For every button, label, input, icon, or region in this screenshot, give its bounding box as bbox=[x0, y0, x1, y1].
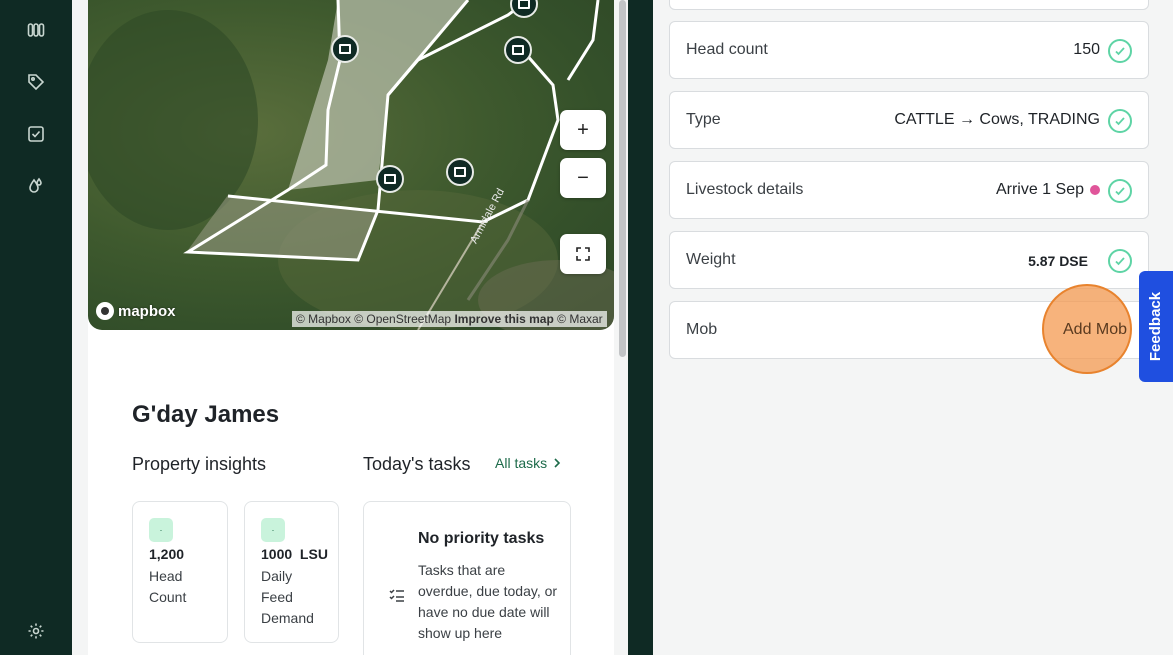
insight-card-feed-demand[interactable]: · 1000 LSU Daily Feed Demand bbox=[244, 501, 339, 643]
task-check-icon[interactable] bbox=[24, 122, 48, 146]
gate-marker[interactable] bbox=[504, 36, 532, 64]
expand-icon bbox=[576, 247, 590, 261]
tasks-empty-title: No priority tasks bbox=[418, 530, 545, 547]
zoom-in-button[interactable]: + bbox=[560, 110, 606, 150]
herd-icon[interactable] bbox=[24, 18, 48, 42]
field-value-text: 5.87 DSE bbox=[1028, 253, 1088, 269]
attribution-text[interactable]: © Mapbox © OpenStreetMap bbox=[296, 312, 451, 326]
sidebar bbox=[0, 0, 72, 655]
map-attribution: © Mapbox © OpenStreetMap Improve this ma… bbox=[292, 311, 607, 327]
field-value-text: CATTLE → Cows, TRADING bbox=[894, 111, 1100, 128]
check-icon bbox=[1108, 39, 1132, 63]
field-weight[interactable]: Weight 5.87 DSE bbox=[669, 231, 1149, 289]
insight-label: Head Count bbox=[149, 568, 187, 605]
status-dot bbox=[1090, 185, 1100, 195]
insight-icon: · bbox=[261, 518, 285, 542]
field-livestock-details[interactable]: Livestock details Arrive 1 Sep bbox=[669, 161, 1149, 219]
shed-marker[interactable] bbox=[446, 158, 474, 186]
insight-icon: · bbox=[149, 518, 173, 542]
panel-divider bbox=[645, 0, 653, 655]
check-icon bbox=[1108, 179, 1132, 203]
gate-marker[interactable] bbox=[331, 35, 359, 63]
field-value-text: 150 bbox=[1073, 41, 1100, 58]
zoom-out-button[interactable]: − bbox=[560, 158, 606, 198]
fullscreen-button[interactable] bbox=[560, 234, 606, 274]
field-value: CATTLE → Cows, TRADING bbox=[894, 111, 1100, 129]
tag-icon[interactable] bbox=[24, 70, 48, 94]
dashboard-content: Armidale Rd + − mapbox © Mapbox © OpenSt… bbox=[88, 0, 614, 655]
field-label: Weight bbox=[686, 251, 736, 268]
field-head-count[interactable]: Head count 150 bbox=[669, 21, 1149, 79]
settings-icon[interactable] bbox=[24, 619, 48, 643]
all-tasks-link[interactable]: All tasks bbox=[495, 455, 561, 471]
insight-card-head-count[interactable]: · 1,200 Head Count bbox=[132, 501, 228, 643]
scrollbar-thumb[interactable] bbox=[619, 0, 626, 357]
mapbox-logo-text: mapbox bbox=[118, 302, 176, 320]
check-icon bbox=[1108, 109, 1132, 133]
tasks-empty-card: No priority tasks Tasks that are overdue… bbox=[363, 501, 571, 655]
field-value: 5.87 DSE bbox=[1028, 253, 1088, 269]
field-type[interactable]: Type CATTLE → Cows, TRADING bbox=[669, 91, 1149, 149]
field-label: Type bbox=[686, 111, 721, 128]
dashboard-panel: Armidale Rd + − mapbox © Mapbox © OpenSt… bbox=[72, 0, 628, 655]
insight-value: 1,200 bbox=[149, 546, 185, 562]
todays-tasks-title: Today's tasks bbox=[363, 454, 471, 474]
field-label: Livestock details bbox=[686, 181, 804, 198]
feedback-tab[interactable]: Feedback bbox=[1139, 271, 1173, 382]
drops-icon[interactable] bbox=[24, 174, 48, 198]
field-value: 150 bbox=[1073, 41, 1100, 59]
feedback-label: Feedback bbox=[1147, 291, 1165, 362]
add-mob-button[interactable]: Add Mob bbox=[1063, 321, 1127, 339]
chevron-right-icon bbox=[554, 458, 561, 468]
field-value: Arrive 1 Sep bbox=[996, 181, 1100, 199]
insight-label: Daily Feed Demand bbox=[261, 568, 314, 626]
attribution-maxar[interactable]: © Maxar bbox=[557, 312, 603, 326]
field-label: Mob bbox=[686, 321, 718, 338]
insight-value: 1000 LSU bbox=[261, 546, 328, 562]
tasks-empty-description: Tasks that are overdue, due today, or ha… bbox=[418, 562, 558, 641]
check-icon bbox=[1108, 249, 1132, 273]
gate-marker[interactable] bbox=[376, 165, 404, 193]
property-map[interactable]: Armidale Rd + − mapbox © Mapbox © OpenSt… bbox=[88, 0, 614, 330]
all-tasks-label: All tasks bbox=[495, 455, 548, 471]
mapbox-logo[interactable]: mapbox bbox=[96, 302, 176, 320]
improve-map-link[interactable]: Improve this map bbox=[454, 312, 553, 326]
field-row-top[interactable] bbox=[669, 0, 1149, 10]
task-list-icon bbox=[389, 589, 404, 602]
field-value-text: Arrive 1 Sep bbox=[995, 181, 1084, 198]
field-label: Head count bbox=[686, 41, 768, 58]
greeting: G'day James bbox=[132, 401, 280, 428]
property-insights-title: Property insights bbox=[132, 454, 267, 474]
